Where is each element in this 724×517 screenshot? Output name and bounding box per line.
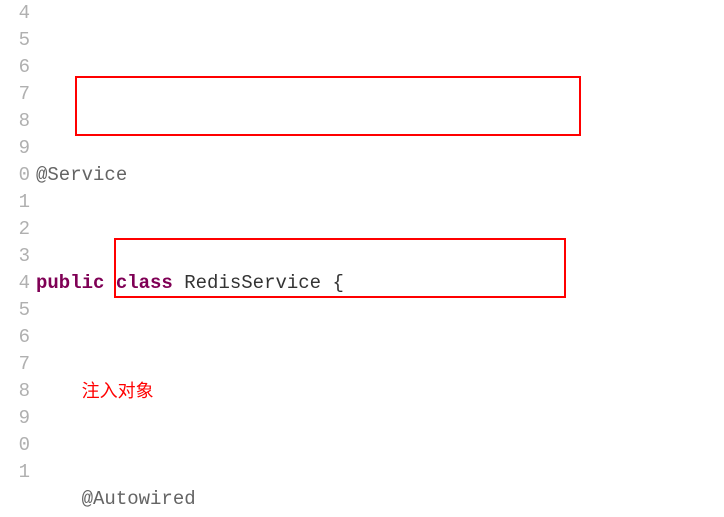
keyword: public — [36, 272, 104, 294]
line-number: 9 — [0, 135, 30, 162]
keyword: class — [116, 272, 173, 294]
line-number: 2 — [0, 216, 30, 243]
line-number: 8 — [0, 108, 30, 135]
highlight-box-1 — [75, 76, 581, 136]
code-line: @Autowired — [36, 486, 724, 513]
line-number: 6 — [0, 54, 30, 81]
line-gutter: 4 5 6 7 8 9 0 1 2 3 4 5 6 7 8 9 0 1 — [0, 0, 36, 517]
code-area[interactable]: @Service public class RedisService { 注入对… — [36, 0, 724, 517]
line-number: 9 — [0, 405, 30, 432]
line-number: 0 — [0, 432, 30, 459]
line-number: 3 — [0, 243, 30, 270]
annotation: @Service — [36, 164, 127, 186]
line-number: 1 — [0, 189, 30, 216]
line-number: 5 — [0, 27, 30, 54]
line-number: 5 — [0, 297, 30, 324]
code-line: public class RedisService { — [36, 270, 724, 297]
code-line: @Service — [36, 162, 724, 189]
line-number: 7 — [0, 81, 30, 108]
line-number: 4 — [0, 270, 30, 297]
line-number: 4 — [0, 0, 30, 27]
code-editor[interactable]: 4 5 6 7 8 9 0 1 2 3 4 5 6 7 8 9 0 1 @Ser… — [0, 0, 724, 517]
annotation-label: 注入对象 — [82, 381, 154, 401]
line-number: 0 — [0, 162, 30, 189]
line-number: 6 — [0, 324, 30, 351]
line-number: 7 — [0, 351, 30, 378]
brace: { — [321, 272, 344, 294]
code-line: 注入对象 — [36, 378, 724, 405]
line-number: 1 — [0, 459, 30, 486]
line-number: 8 — [0, 378, 30, 405]
class-name: RedisService — [184, 272, 321, 294]
annotation: @Autowired — [82, 488, 196, 510]
